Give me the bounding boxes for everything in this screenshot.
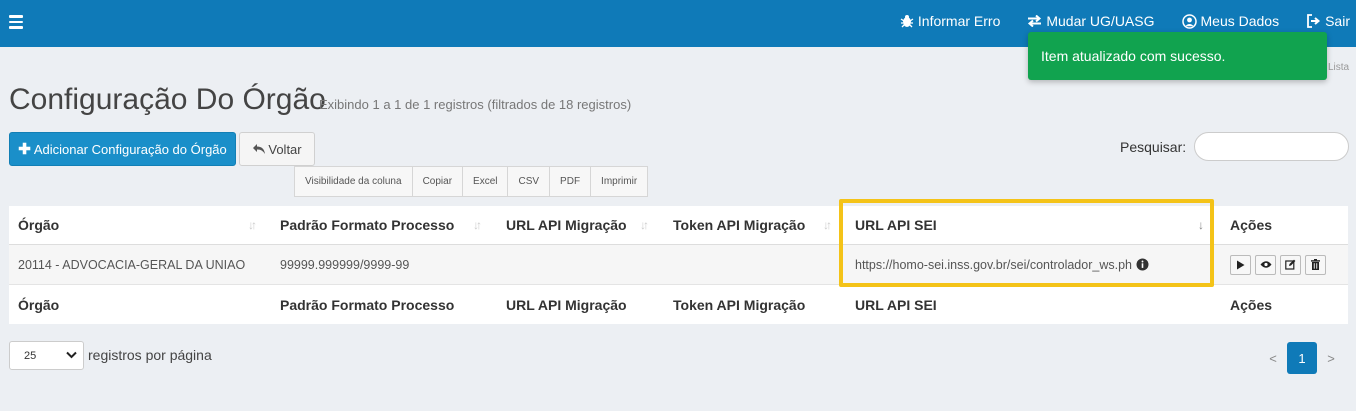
play-button[interactable] xyxy=(1230,254,1251,275)
csv-button[interactable]: CSV xyxy=(508,166,551,197)
col-header-acoes: Ações xyxy=(1221,206,1348,244)
cell-acoes xyxy=(1221,245,1348,284)
page-1-button[interactable]: 1 xyxy=(1287,342,1317,374)
pagination: < 1 > xyxy=(1262,342,1342,374)
cell-orgao: 20114 - ADVOCACIA-GERAL DA UNIAO xyxy=(18,257,246,272)
col-header-label: Token API Migração xyxy=(673,217,806,233)
play-icon xyxy=(1237,260,1245,269)
col-header-orgao[interactable]: Órgão ↓↑ xyxy=(9,206,271,244)
user-circle-icon xyxy=(1181,13,1197,29)
excel-button[interactable]: Excel xyxy=(463,166,509,197)
records-info: Exibindo 1 a 1 de 1 registros (filtrados… xyxy=(319,97,632,112)
col-footer-url-migracao: URL API Migração xyxy=(506,296,627,313)
nav-label: Mudar UG/UASG xyxy=(1046,13,1155,29)
table-row: 20114 - ADVOCACIA-GERAL DA UNIAO 99999.9… xyxy=(9,245,1348,285)
info-circle-icon[interactable] xyxy=(1136,258,1149,271)
col-footer-acoes: Ações xyxy=(1230,296,1273,313)
trash-icon xyxy=(1311,259,1320,270)
export-buttons: Visibilidade da coluna Copiar Excel CSV … xyxy=(294,166,649,197)
nav-label: Meus Dados xyxy=(1200,13,1280,29)
sort-icon: ↓↑ xyxy=(823,218,832,232)
add-config-label: Adicionar Configuração do Órgão xyxy=(33,141,227,157)
col-footer-padrao: Padrão Formato Processo xyxy=(280,296,455,313)
cell-url-migracao xyxy=(497,245,664,284)
url-sei-text: https://homo-sei.inss.gov.br/sei/control… xyxy=(855,257,1132,272)
nav-label: Informar Erro xyxy=(917,13,1001,29)
column-visibility-button[interactable]: Visibilidade da coluna xyxy=(294,166,413,197)
edit-button[interactable] xyxy=(1280,254,1301,275)
next-page-button[interactable]: > xyxy=(1320,351,1342,366)
eye-icon xyxy=(1260,261,1271,268)
col-footer-token-migracao: Token API Migração xyxy=(673,296,806,313)
delete-button[interactable] xyxy=(1305,254,1326,275)
col-header-padrao[interactable]: Padrão Formato Processo ↓↑ xyxy=(271,206,497,244)
col-header-url-sei[interactable]: URL API SEI ↓ xyxy=(846,206,1221,244)
edit-icon xyxy=(1285,259,1296,270)
breadcrumb-partial: Lista xyxy=(1328,62,1350,73)
col-footer-orgao: Órgão xyxy=(18,296,60,313)
view-button[interactable] xyxy=(1255,254,1276,275)
print-button[interactable]: Imprimir xyxy=(591,166,649,197)
hamburger-menu-icon[interactable] xyxy=(9,15,23,29)
col-footer-url-sei: URL API SEI xyxy=(855,296,937,313)
cell-padrao: 99999.999999/9999-99 xyxy=(280,257,410,272)
back-label: Voltar xyxy=(268,141,302,157)
exchange-icon xyxy=(1028,15,1042,27)
sort-icon: ↓↑ xyxy=(473,218,482,232)
col-header-token-migracao[interactable]: Token API Migração ↓↑ xyxy=(664,206,846,244)
nav-label: Sair xyxy=(1325,13,1350,29)
nav-mudar-ug[interactable]: Mudar UG/UASG xyxy=(1027,13,1155,29)
col-header-label: Padrão Formato Processo xyxy=(280,217,455,233)
prev-page-button[interactable]: < xyxy=(1262,351,1284,366)
col-header-label: Órgão xyxy=(18,217,60,233)
cell-token-migracao xyxy=(664,245,846,284)
sort-icon: ↓↑ xyxy=(248,218,257,232)
success-toast[interactable]: Item atualizado com sucesso. xyxy=(1028,32,1327,80)
chevron-down-icon xyxy=(66,351,77,359)
page-title: Configuração Do Órgão xyxy=(9,83,326,116)
per-page-select[interactable]: 25 xyxy=(9,341,84,370)
back-button[interactable]: Voltar xyxy=(239,132,315,166)
table-footer-row: Órgão Padrão Formato Processo URL API Mi… xyxy=(9,285,1348,324)
row-actions xyxy=(1230,254,1326,275)
nav-informar-erro[interactable]: Informar Erro xyxy=(900,13,1000,29)
add-config-button[interactable]: ✚ Adicionar Configuração do Órgão xyxy=(9,132,236,166)
copy-button[interactable]: Copiar xyxy=(412,166,464,197)
search-input[interactable] xyxy=(1194,132,1349,161)
sort-desc-icon: ↓ xyxy=(1198,218,1204,232)
bug-icon xyxy=(900,15,914,28)
toast-message: Item atualizado com sucesso. xyxy=(1041,48,1226,64)
data-table: Órgão ↓↑ Padrão Formato Processo ↓↑ URL AP… xyxy=(9,206,1348,324)
col-header-label: URL API SEI xyxy=(855,217,937,233)
per-page-value: 25 xyxy=(24,349,37,362)
nav-sair[interactable]: Sair xyxy=(1306,13,1350,29)
plus-icon: ✚ xyxy=(18,141,31,158)
nav-meus-dados[interactable]: Meus Dados xyxy=(1181,13,1280,29)
col-header-label: URL API Migração xyxy=(506,217,627,233)
search-label: Pesquisar: xyxy=(1120,139,1187,155)
sort-icon: ↓↑ xyxy=(640,218,649,232)
sign-out-icon xyxy=(1307,14,1321,28)
col-header-url-migracao[interactable]: URL API Migração ↓↑ xyxy=(497,206,664,244)
pdf-button[interactable]: PDF xyxy=(550,166,592,197)
col-header-label: Ações xyxy=(1230,217,1273,233)
reply-icon xyxy=(253,144,266,154)
per-page-label: registros por página xyxy=(88,347,212,363)
table-header-row: Órgão ↓↑ Padrão Formato Processo ↓↑ URL AP… xyxy=(9,206,1348,245)
cell-url-sei: https://homo-sei.inss.gov.br/sei/control… xyxy=(846,245,1221,284)
